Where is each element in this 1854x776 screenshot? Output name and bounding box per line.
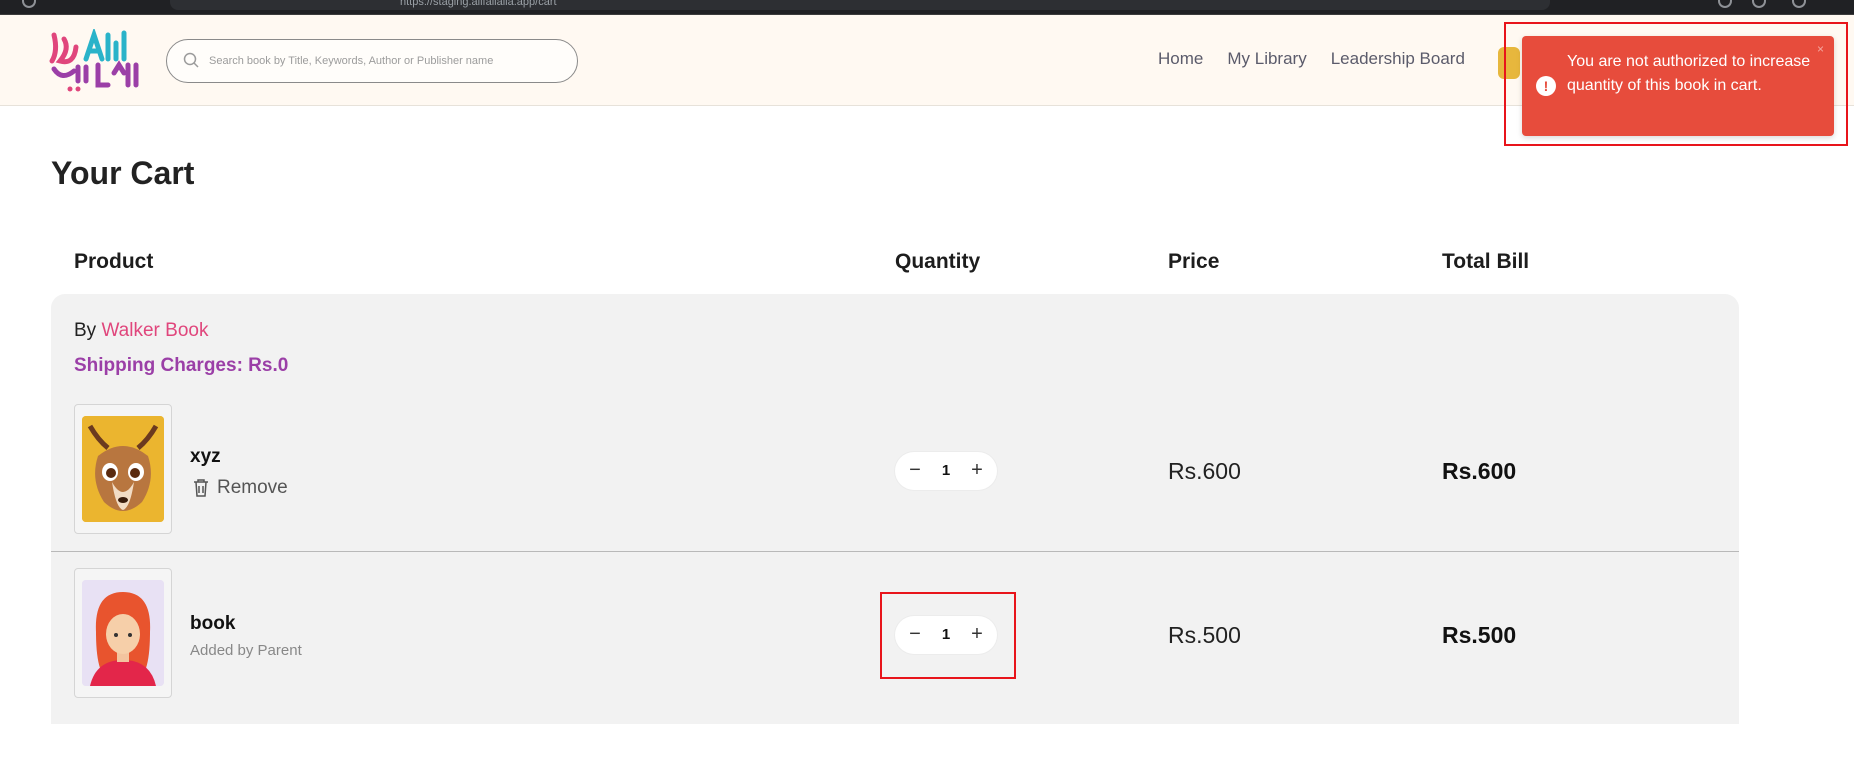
search-input[interactable] xyxy=(207,50,561,72)
column-quantity: Quantity xyxy=(895,250,981,273)
item-name-xyz[interactable]: xyz xyxy=(190,446,221,468)
seller-line: By Walker Book xyxy=(74,320,208,342)
item-price: Rs.600 xyxy=(1168,458,1241,484)
error-toast: ! You are not authorized to increase qua… xyxy=(1522,36,1834,136)
address-bar[interactable]: https://staging.alifailaila.app/cart xyxy=(170,0,1550,10)
browser-profile-icon[interactable] xyxy=(1792,0,1806,8)
error-icon: ! xyxy=(1536,76,1556,96)
page-title: Your Cart xyxy=(51,155,195,191)
shipping-charges: Shipping Charges: Rs.0 xyxy=(74,355,289,376)
remove-label: Remove xyxy=(217,477,288,498)
nav-leadership-board[interactable]: Leadership Board xyxy=(1331,49,1465,69)
column-total-bill: Total Bill xyxy=(1442,250,1530,273)
seller-prefix: By xyxy=(74,320,102,341)
browser-menu-icon[interactable] xyxy=(1752,0,1766,8)
trash-icon xyxy=(194,479,208,497)
book-cover-book[interactable] xyxy=(74,568,172,698)
girl-avatar-cover-icon xyxy=(82,580,164,686)
url-text: https://staging.alifailaila.app/cart xyxy=(400,0,557,8)
remove-button[interactable]: Remove xyxy=(193,477,288,499)
quantity-stepper: − 1 + xyxy=(895,616,997,654)
search-icon[interactable] xyxy=(183,52,199,68)
row-divider xyxy=(51,551,1739,552)
book-cover-xyz[interactable] xyxy=(74,404,172,534)
increase-quantity-button[interactable]: + xyxy=(967,460,987,481)
search-bar[interactable] xyxy=(166,39,578,83)
added-by-note: Added by Parent xyxy=(190,642,302,659)
browser-extension-icon[interactable] xyxy=(1718,0,1732,8)
item-name-book[interactable]: book xyxy=(190,613,235,635)
nav-home[interactable]: Home xyxy=(1158,49,1203,69)
column-product: Product xyxy=(74,250,154,273)
item-price: Rs.500 xyxy=(1168,622,1241,648)
main-nav: Home My Library Leadership Board xyxy=(1158,49,1465,69)
deer-cover-icon xyxy=(82,416,164,522)
item-total: Rs.500 xyxy=(1442,622,1517,648)
toast-close-icon[interactable]: × xyxy=(1817,42,1824,56)
nav-my-library[interactable]: My Library xyxy=(1227,49,1306,69)
alif-laila-logo[interactable] xyxy=(48,29,144,93)
quantity-stepper: − 1 + xyxy=(895,452,997,490)
seller-name[interactable]: Walker Book xyxy=(101,320,208,341)
column-price: Price xyxy=(1168,250,1220,273)
toast-message: You are not authorized to increase quant… xyxy=(1567,53,1811,94)
increase-quantity-button[interactable]: + xyxy=(967,624,987,645)
item-total: Rs.600 xyxy=(1442,458,1517,484)
browser-icon[interactable] xyxy=(22,0,36,8)
browser-toolbar: https://staging.alifailaila.app/cart xyxy=(0,0,1854,15)
